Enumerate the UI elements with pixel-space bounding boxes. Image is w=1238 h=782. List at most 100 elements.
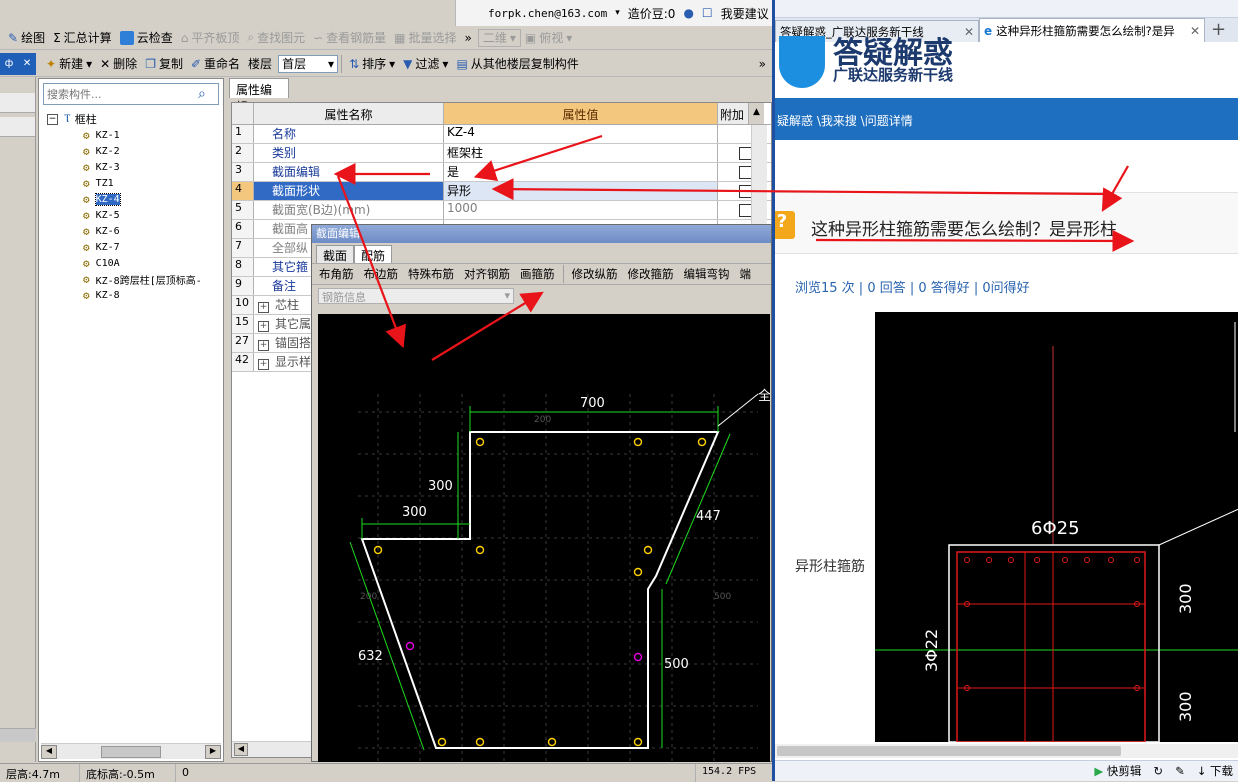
property-name: 其它属	[275, 317, 312, 331]
col-value-header[interactable]: 属性值	[444, 103, 718, 124]
property-value[interactable]: KZ-4	[444, 125, 718, 143]
pin-icon[interactable]: ф	[5, 58, 14, 69]
rebar-tool-button[interactable]: 编辑弯钩	[679, 266, 735, 282]
new-tab-icon[interactable]: +	[1211, 19, 1226, 40]
collapse-icon[interactable]: −	[47, 113, 58, 125]
tree-item[interactable]: ⚙ KZ-3	[83, 159, 202, 175]
view-rebar-button[interactable]: ∽ 查看钢筋量	[309, 27, 390, 49]
property-value[interactable]: 框架柱	[444, 144, 718, 162]
tab-rebar[interactable]: 配筋	[354, 245, 393, 263]
copy-from-floor-button[interactable]: ▤ 从其他楼层复制构件	[452, 53, 582, 75]
tab-section[interactable]: 截面	[316, 245, 355, 263]
property-value[interactable]: 是	[444, 163, 718, 181]
search-box[interactable]: ⌕	[43, 83, 219, 105]
download-tool[interactable]: ↓ 下载	[1197, 763, 1233, 779]
rebar-tool-button[interactable]: 特殊布筋	[403, 266, 459, 282]
attach-checkbox[interactable]	[738, 165, 752, 179]
dim-right-slant: 447	[696, 509, 721, 524]
rebar-info-select[interactable]: 钢筋信息 ▾	[318, 288, 514, 304]
property-row[interactable]: 5 截面宽(B边)(mm) 1000	[232, 201, 771, 220]
expand-icon[interactable]: +	[258, 302, 269, 313]
sum-button[interactable]: Σ 汇总计算	[49, 27, 116, 49]
search-icon[interactable]: ⌕	[198, 86, 206, 102]
browser-tab-2[interactable]: e 这种异形柱箍筋需要怎么绘制?是异 ✕	[979, 18, 1205, 42]
account-name[interactable]: forpk.chen@163.com	[488, 7, 607, 20]
rebar-tool-button[interactable]: 布角筋	[314, 266, 359, 282]
scroll-up-icon[interactable]: ▲	[748, 103, 764, 124]
scroll-thumb[interactable]	[101, 745, 161, 758]
tree-item[interactable]: ⚙ KZ-8跨层柱[层顶标高-	[83, 271, 202, 287]
view-angle-select[interactable]: ▣ 俯视 ▾	[521, 27, 576, 49]
page-scroll-thumb[interactable]	[777, 746, 1121, 756]
breadcrumb[interactable]: 疑解惑 \我来搜 \问题详情	[777, 114, 913, 128]
attach-checkbox[interactable]	[738, 184, 752, 198]
tree-item[interactable]: ⚙ KZ-6	[83, 223, 202, 239]
expand-icon[interactable]: +	[258, 359, 269, 370]
tree-hscrollbar[interactable]: ◀ ▶	[41, 743, 221, 759]
draw-button[interactable]: ✎ 绘图	[4, 27, 49, 49]
new-button[interactable]: ✦ 新建 ▾	[42, 53, 96, 75]
layers-icon: ▤	[456, 56, 468, 71]
tree-item[interactable]: ⚙ TZ1	[83, 175, 202, 191]
overflow-icon[interactable]: »	[465, 31, 472, 45]
cloud-check-button[interactable]: 云检查	[116, 27, 177, 49]
search-input[interactable]	[44, 85, 194, 103]
suggest-link[interactable]: 我要建议	[721, 5, 769, 22]
expand-icon[interactable]: +	[258, 340, 269, 351]
flat-slab-button[interactable]: ⌂ 平齐板顶	[177, 27, 244, 49]
property-row[interactable]: 3 截面编辑是	[232, 163, 771, 182]
rename-button[interactable]: ✐ 重命名	[187, 53, 244, 75]
sort-button[interactable]: ⇅ 排序 ▾	[345, 53, 399, 75]
rebar-tool-button[interactable]: 端	[735, 266, 757, 282]
tree-item[interactable]: ⚙ KZ-4	[83, 191, 202, 207]
batch-select-button[interactable]: ▦ 批量选择	[390, 27, 460, 49]
rebar-tool-button[interactable]: 修改箍筋	[623, 266, 679, 282]
tree-item[interactable]: ⚙ KZ-8	[83, 287, 202, 303]
scroll-left-icon[interactable]: ◀	[41, 744, 57, 759]
close-tab-icon-2[interactable]: ✕	[1190, 24, 1200, 38]
col-name-header[interactable]: 属性名称	[254, 103, 444, 124]
property-tab[interactable]: 属性编辑	[229, 78, 289, 114]
tree-item[interactable]: ⚙ KZ-1	[83, 127, 202, 143]
cad-dim-b: 300	[1176, 691, 1195, 722]
property-row[interactable]: 4 截面形状 异形	[232, 182, 771, 201]
cad-canvas[interactable]: 700 300 300 447 632 500 200 200 500 全	[318, 314, 770, 762]
grid-scroll-left-icon[interactable]: ◀	[234, 743, 248, 756]
overflow-icon-2[interactable]: »	[759, 57, 766, 71]
property-row[interactable]: 1 名称 KZ-4	[232, 125, 771, 144]
col-add-header[interactable]: 附加	[718, 103, 748, 124]
question-image[interactable]: 6Φ25 3Φ22 300 300	[875, 312, 1238, 742]
property-value[interactable]: 1000	[444, 201, 718, 219]
property-row[interactable]: 2 类别 框架柱	[232, 144, 771, 163]
delete-button[interactable]: ✕ 删除	[96, 53, 141, 75]
attach-checkbox[interactable]	[738, 203, 752, 217]
copy-button[interactable]: ❐ 复制	[141, 53, 187, 75]
tree-item[interactable]: ⚙ KZ-7	[83, 239, 202, 255]
tree-item[interactable]: ⚙ KZ-2	[83, 143, 202, 159]
tree-root[interactable]: − Ⲧ 框柱	[47, 111, 202, 127]
pin-tool-icon[interactable]: ✎	[1175, 764, 1185, 778]
filter-button[interactable]: ▼ 过滤 ▾	[399, 53, 452, 75]
close-tab-icon[interactable]: ✕	[964, 25, 974, 39]
rebar-tool-button[interactable]: 修改纵筋	[567, 266, 623, 282]
property-name: 其它箍	[272, 260, 309, 274]
rebar-tool-button[interactable]: 画箍筋	[515, 266, 560, 282]
page-hscrollbar[interactable]	[775, 744, 1238, 758]
floor-select[interactable]: 首层 ▾	[278, 54, 339, 73]
find-element-button[interactable]: ⌕ 查找图元	[243, 27, 309, 49]
tree-item[interactable]: ⚙ C10A	[83, 255, 202, 271]
rebar-tool-button[interactable]: 对齐钢筋	[459, 266, 515, 282]
scroll-right-icon[interactable]: ▶	[205, 744, 221, 759]
refresh-icon[interactable]: ↻	[1153, 764, 1163, 778]
chevron-down-icon[interactable]: ▾	[615, 8, 620, 18]
attach-checkbox[interactable]	[738, 146, 752, 160]
view-mode-select[interactable]: 二维 ▾	[477, 28, 521, 47]
rebar-tool-button[interactable]: 布边筋	[359, 266, 404, 282]
bell-icon[interactable]: ●	[683, 6, 693, 20]
property-value[interactable]: 异形	[444, 182, 718, 200]
tree-item[interactable]: ⚙ KZ-5	[83, 207, 202, 223]
dialog-title-bar[interactable]: 截面编辑	[312, 225, 771, 243]
close-icon[interactable]: ✕	[23, 58, 31, 69]
expand-icon[interactable]: +	[258, 321, 269, 332]
clip-tool[interactable]: ▶ 快剪辑	[1094, 763, 1141, 779]
